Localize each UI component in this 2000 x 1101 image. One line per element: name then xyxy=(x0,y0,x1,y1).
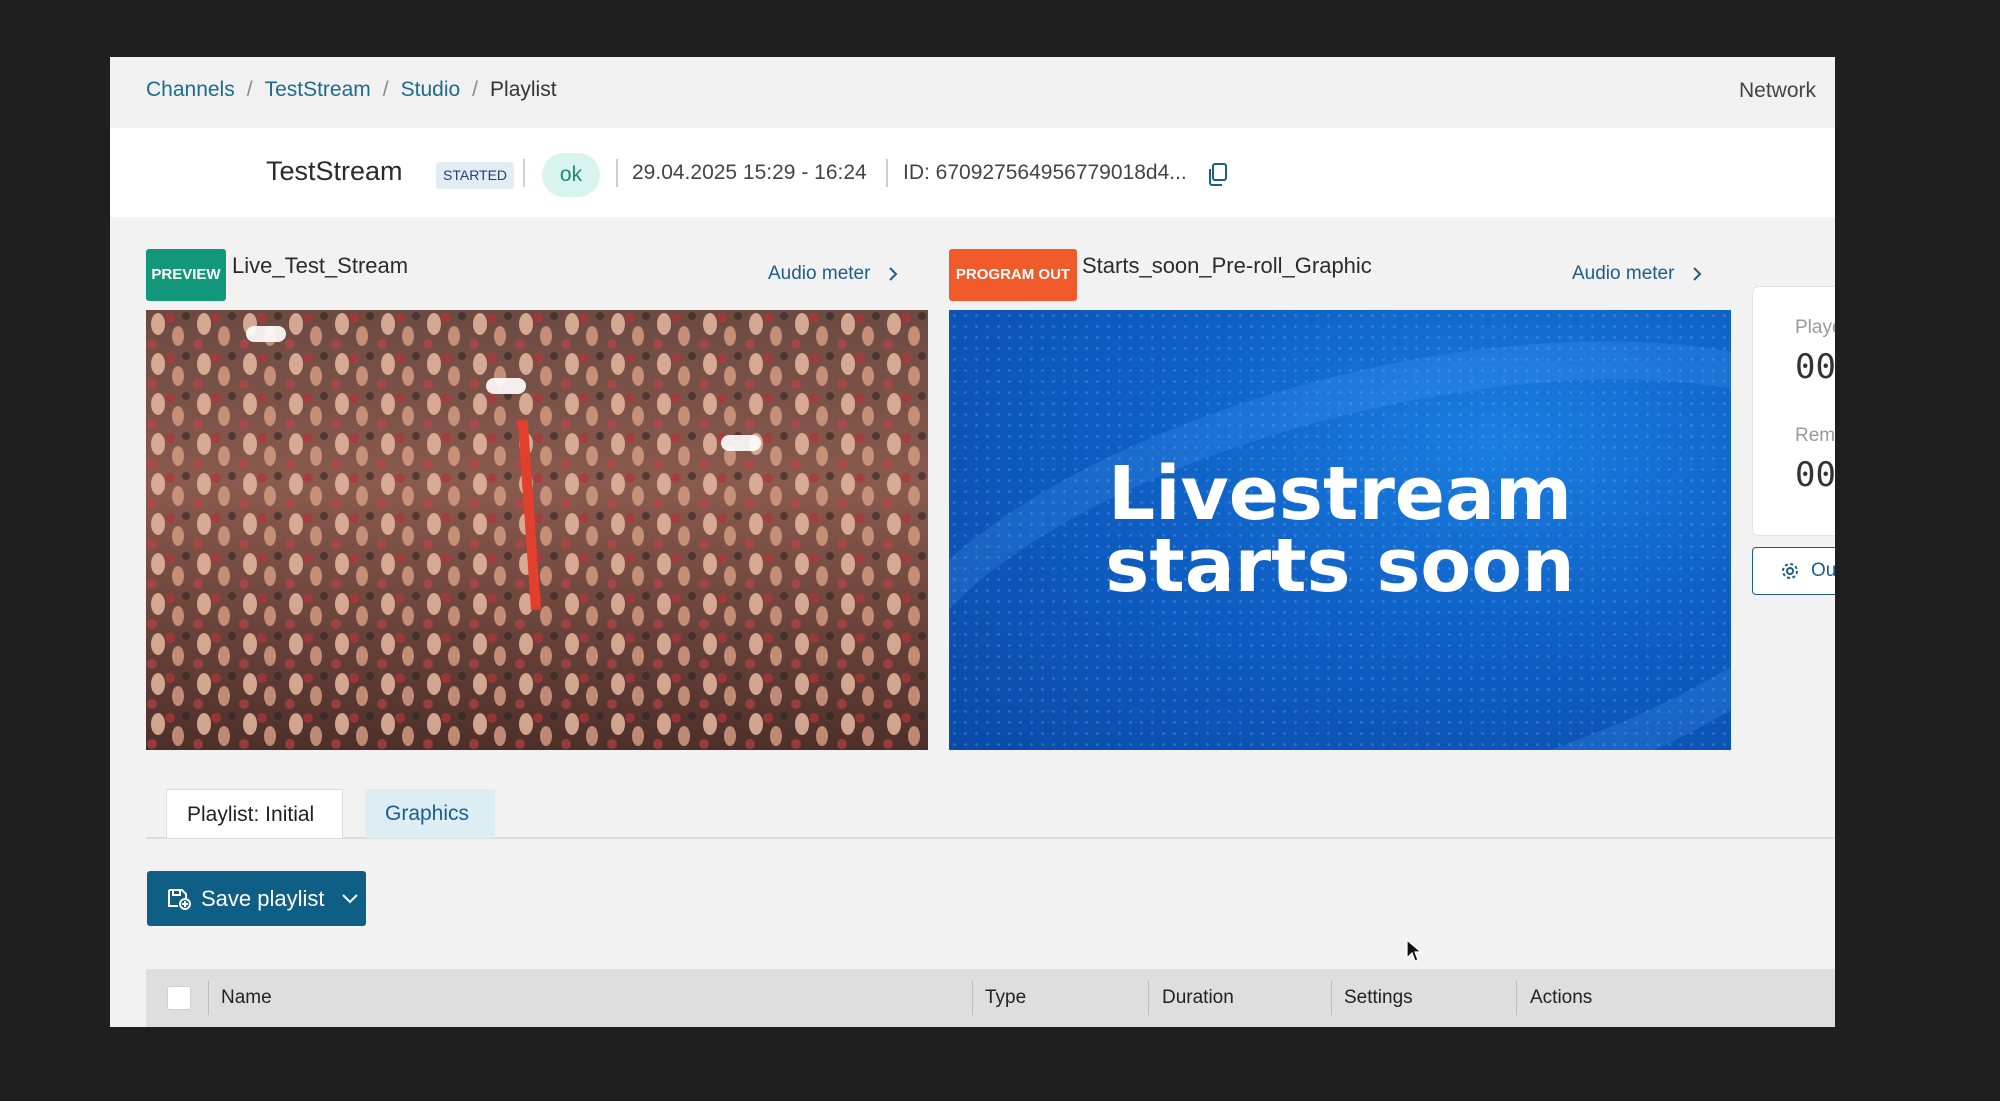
timer-card: Playe 00 Rema 00 xyxy=(1753,287,1835,535)
program-audio-meter-link[interactable]: Audio meter xyxy=(1572,263,1702,285)
column-divider xyxy=(972,981,973,1015)
breadcrumb-teststream[interactable]: TestStream xyxy=(265,78,371,102)
copy-icon[interactable] xyxy=(1206,162,1230,188)
remaining-label: Rema xyxy=(1795,425,1835,446)
stream-id: ID: 670927564956779018d4... xyxy=(903,161,1187,184)
divider xyxy=(886,159,888,187)
graphic-line-1: Livestream xyxy=(1107,451,1573,537)
program-source-name: Starts_soon_Pre-roll_Graphic xyxy=(1082,253,1372,278)
chevron-right-icon xyxy=(889,267,898,281)
breadcrumb-separator: / xyxy=(246,78,253,101)
chevron-down-icon xyxy=(341,893,358,903)
preview-badge: PREVIEW xyxy=(146,249,226,301)
tab-graphics[interactable]: Graphics xyxy=(365,789,495,838)
preview-audio-meter-link[interactable]: Audio meter xyxy=(768,263,898,285)
select-all-checkbox[interactable] xyxy=(167,986,191,1010)
breadcrumb-studio[interactable]: Studio xyxy=(401,78,461,102)
column-actions[interactable]: Actions xyxy=(1530,987,1592,1009)
app-window: Channels / TestStream / Studio / Playlis… xyxy=(110,57,1835,1027)
playlist-table-header: Name Type Duration Settings Actions xyxy=(146,969,1835,1027)
mouse-cursor-icon xyxy=(1406,939,1422,962)
column-name[interactable]: Name xyxy=(221,987,272,1009)
output-settings-button[interactable]: Out xyxy=(1752,547,1835,595)
column-divider xyxy=(1516,981,1517,1015)
status-badge: STARTED xyxy=(436,162,515,189)
divider xyxy=(616,159,618,187)
save-icon xyxy=(168,888,191,910)
save-playlist-label: Save playlist xyxy=(201,885,325,911)
audio-meter-label: Audio meter xyxy=(1572,263,1675,284)
column-duration[interactable]: Duration xyxy=(1162,987,1234,1009)
column-divider xyxy=(1331,981,1332,1015)
crowd-image xyxy=(146,310,928,750)
breadcrumb-bar: Channels / TestStream / Studio / Playlis… xyxy=(110,57,1835,128)
stream-name: TestStream xyxy=(266,156,403,186)
chevron-right-icon xyxy=(1693,267,1702,281)
column-type[interactable]: Type xyxy=(985,987,1026,1009)
gear-icon xyxy=(1782,563,1798,579)
breadcrumb-channels[interactable]: Channels xyxy=(146,78,235,102)
tab-playlist-initial[interactable]: Playlist: Initial xyxy=(166,789,343,838)
column-divider xyxy=(1148,981,1149,1015)
output-button-label: Out xyxy=(1811,560,1835,581)
breadcrumb-separator: / xyxy=(472,78,479,101)
audio-meter-label: Audio meter xyxy=(768,263,871,284)
stream-header: TestStream STARTED ok 29.04.2025 15:29 -… xyxy=(110,128,1835,217)
health-status-pill: ok xyxy=(542,153,600,197)
preview-video xyxy=(146,310,928,750)
remaining-value: 00 xyxy=(1795,455,1835,495)
played-value: 00 xyxy=(1795,347,1835,387)
column-divider xyxy=(208,981,209,1015)
played-label: Playe xyxy=(1795,317,1835,338)
program-video: Livestream starts soon xyxy=(949,310,1731,750)
breadcrumb: Channels / TestStream / Studio / Playlis… xyxy=(146,78,557,102)
save-playlist-button[interactable]: Save playlist xyxy=(147,871,366,926)
breadcrumb-separator: / xyxy=(382,78,389,101)
divider xyxy=(523,159,525,187)
breadcrumb-current: Playlist xyxy=(490,78,557,101)
time-range: 29.04.2025 15:29 - 16:24 xyxy=(632,161,867,184)
graphic-line-2: starts soon xyxy=(1105,523,1575,609)
program-out-badge: PROGRAM OUT xyxy=(949,249,1077,301)
preview-source-name: Live_Test_Stream xyxy=(232,253,409,278)
column-settings[interactable]: Settings xyxy=(1344,987,1413,1009)
program-graphic-text: Livestream starts soon xyxy=(949,451,1731,609)
network-menu[interactable]: Network xyxy=(1739,79,1816,103)
